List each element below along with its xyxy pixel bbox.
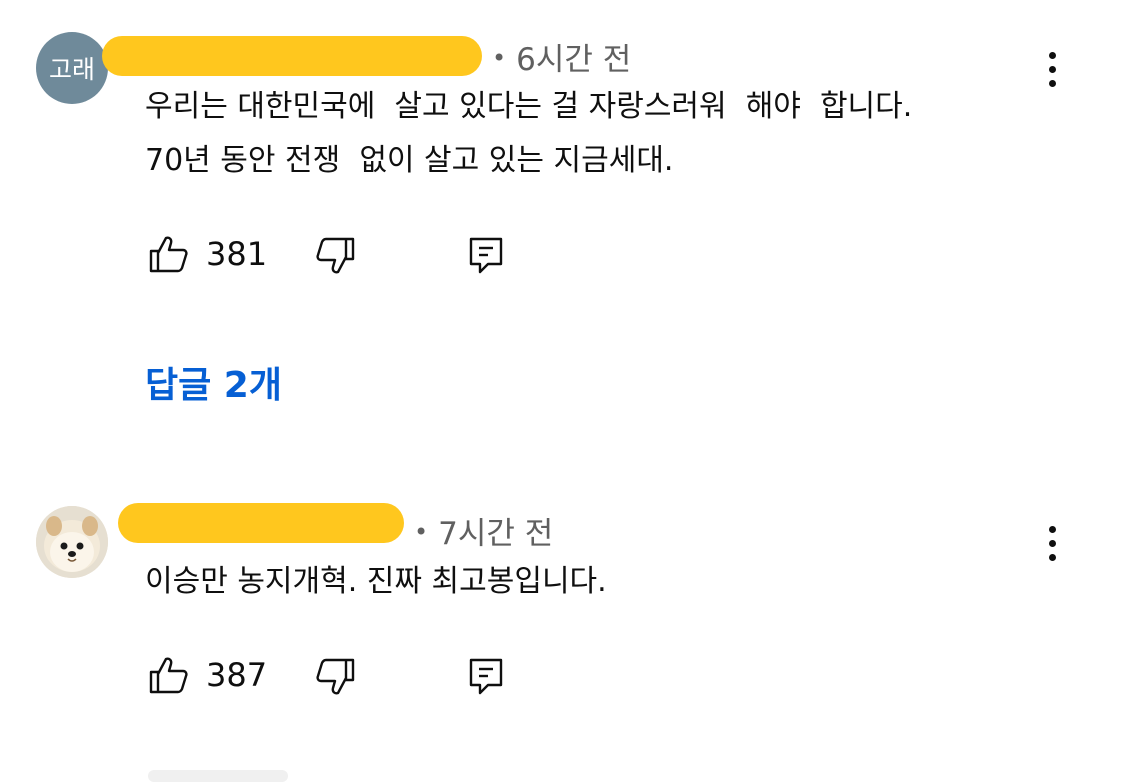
comment-text-line-2: 70년 동안 전쟁 없이 살고 있는 지금세대.: [145, 143, 674, 178]
comment-timestamp: • 7시간 전: [414, 516, 554, 552]
thumbs-down-icon: [316, 237, 355, 274]
more-dot: [1048, 79, 1056, 87]
comment-text-line-1: 이승만 농지개혁. 진짜 최고봉입니다.: [145, 564, 607, 599]
thumbs-up-icon: [149, 657, 188, 694]
reply-button[interactable]: [468, 236, 504, 276]
more-dot: [1048, 553, 1056, 561]
author-name-redacted[interactable]: [118, 503, 404, 543]
more-vertical-icon: [1048, 525, 1056, 533]
like-button[interactable]: 381: [148, 234, 267, 274]
thumbs-up-icon: [149, 236, 188, 273]
avatar-initials: 고래: [48, 55, 95, 84]
next-comment-partial: [148, 770, 288, 782]
avatar[interactable]: 고래: [36, 32, 108, 104]
more-vertical-icon: [1048, 51, 1056, 59]
more-options-button[interactable]: [1030, 44, 1074, 94]
pomeranian-dog-avatar: [36, 506, 108, 578]
avatar[interactable]: [36, 506, 108, 578]
like-count: 381: [206, 235, 268, 273]
more-dot: [1048, 65, 1056, 73]
timestamp-text: 7시간 전: [438, 516, 554, 552]
dislike-button[interactable]: [316, 657, 356, 697]
dislike-button[interactable]: [316, 236, 356, 276]
thumbs-down-icon: [316, 658, 355, 695]
reply-button[interactable]: [468, 657, 504, 697]
more-options-button[interactable]: [1030, 518, 1074, 568]
like-count: 387: [206, 656, 268, 694]
view-replies-link[interactable]: 답글 2개: [145, 356, 282, 408]
comment-text-line-1: 우리는 대한민국에 살고 있다는 걸 자랑스러워 해야 합니다.: [145, 89, 913, 124]
comment-reply-icon: [469, 658, 503, 695]
like-button[interactable]: 387: [148, 655, 267, 695]
author-name-redacted[interactable]: [102, 36, 482, 76]
more-dot: [1048, 539, 1056, 547]
comment-reply-icon: [469, 237, 503, 274]
timestamp-text: 6시간 전: [516, 42, 632, 78]
comment-timestamp: • 6시간 전: [492, 42, 632, 78]
